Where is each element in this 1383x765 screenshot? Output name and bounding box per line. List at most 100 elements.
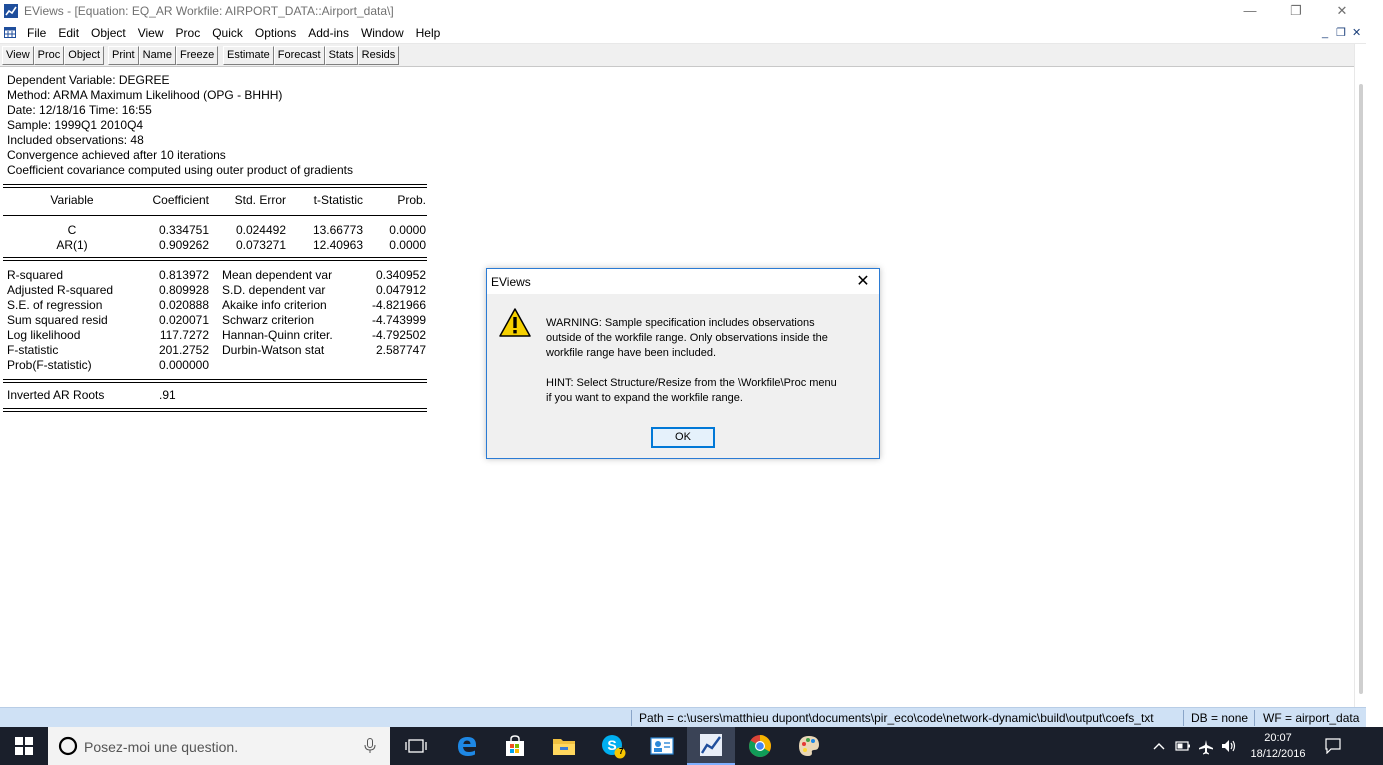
tray-chevron-up-icon[interactable] xyxy=(1153,741,1165,751)
dialog-close-button[interactable]: ✕ xyxy=(851,272,875,292)
stat-label: Mean dependent var xyxy=(222,268,333,282)
taskbar-contacts-button[interactable] xyxy=(638,727,686,765)
coef-t-statistic: 12.40963 xyxy=(312,238,363,252)
window-close-button[interactable]: ✕ xyxy=(1319,0,1365,22)
toolbar-name-button[interactable]: Name xyxy=(138,46,176,65)
dialog-titlebar: EViews ✕ xyxy=(487,269,879,294)
output-header-line: Date: 12/18/16 Time: 16:55 xyxy=(7,103,152,117)
coef-std-error: 0.073271 xyxy=(235,238,286,252)
stat-label: Log likelihood xyxy=(7,328,81,342)
table-rule xyxy=(3,411,427,412)
table-rule xyxy=(3,187,427,188)
window-restore-button[interactable]: ❐ xyxy=(1273,0,1319,22)
taskbar-store-button[interactable] xyxy=(491,727,539,765)
table-rule xyxy=(3,382,427,383)
status-divider xyxy=(631,710,632,726)
status-wf: WF = airport_data xyxy=(1263,711,1360,725)
microphone-icon[interactable] xyxy=(364,738,376,754)
menu-quick[interactable]: Quick xyxy=(206,25,249,41)
document-window-icon[interactable] xyxy=(4,27,16,38)
scrollbar-thumb[interactable] xyxy=(1359,84,1363,694)
statusbar: Path = c:\users\matthieu dupont\document… xyxy=(0,707,1366,728)
column-header-prob: Prob. xyxy=(397,193,426,207)
stat-value: 0.000000 xyxy=(158,358,209,372)
toolbar-resids-button[interactable]: Resids xyxy=(357,46,400,65)
toolbar-object-button[interactable]: Object xyxy=(64,46,105,65)
tray-volume-icon[interactable] xyxy=(1221,739,1237,753)
status-path: Path = c:\users\matthieu dupont\document… xyxy=(639,711,1154,725)
stat-label: S.E. of regression xyxy=(7,298,103,312)
coef-prob: 0.0000 xyxy=(389,223,426,237)
menu-addins[interactable]: Add-ins xyxy=(302,25,355,41)
menu-options[interactable]: Options xyxy=(249,25,302,41)
warning-message-line: WARNING: Sample specification includes o… xyxy=(546,317,815,329)
stat-value: 0.340952 xyxy=(375,268,426,282)
menu-object[interactable]: Object xyxy=(85,25,132,41)
warning-message-line: outside of the workfile range. Only obse… xyxy=(546,332,828,344)
dialog-title: EViews xyxy=(491,275,531,289)
task-view-icon xyxy=(405,739,427,753)
taskbar-paint-button[interactable] xyxy=(785,727,833,765)
column-header-std-error: Std. Error xyxy=(234,193,286,207)
file-explorer-folder-icon xyxy=(553,739,575,755)
stat-label: Adjusted R-squared xyxy=(7,283,114,297)
eviews-taskbar-icon xyxy=(700,734,722,756)
skype-notification-badge: 7 xyxy=(619,747,624,756)
toolbar-stats-button[interactable]: Stats xyxy=(324,46,358,65)
roots-label: Inverted AR Roots xyxy=(7,388,105,402)
windows-logo-icon xyxy=(15,737,33,755)
stat-value: 0.020888 xyxy=(158,298,209,312)
stat-value: 0.809928 xyxy=(158,283,209,297)
stat-label: R-squared xyxy=(7,268,64,282)
menu-proc[interactable]: Proc xyxy=(170,25,207,41)
tray-airplane-mode-icon[interactable] xyxy=(1198,739,1214,755)
mdi-minimize-button[interactable]: _ xyxy=(1322,25,1328,41)
status-divider xyxy=(1183,710,1184,726)
tray-battery-icon[interactable] xyxy=(1175,740,1191,752)
store-bag-icon xyxy=(506,735,524,756)
taskbar-skype-button[interactable]: S 7 xyxy=(589,727,637,765)
object-toolbar: View Proc Object Print Name Freeze Estim… xyxy=(0,44,1354,67)
tray-clock-date[interactable]: 18/12/2016 xyxy=(1248,748,1308,760)
toolbar-forecast-button[interactable]: Forecast xyxy=(273,46,325,65)
stat-label: Schwarz criterion xyxy=(222,313,315,327)
stat-value: 2.587747 xyxy=(375,343,426,357)
taskbar-chrome-button[interactable] xyxy=(736,727,784,765)
toolbar-estimate-button[interactable]: Estimate xyxy=(223,46,274,65)
menu-edit[interactable]: Edit xyxy=(52,25,85,41)
stat-value: -4.792502 xyxy=(371,328,426,342)
start-button[interactable] xyxy=(0,727,48,765)
stat-value: 201.2752 xyxy=(158,343,209,357)
cortana-search-box[interactable]: Posez-moi une question. xyxy=(48,727,390,765)
task-view-button[interactable] xyxy=(392,727,440,765)
toolbar-proc-button[interactable]: Proc xyxy=(33,46,65,65)
taskbar-edge-button[interactable] xyxy=(443,727,491,765)
ok-button[interactable]: OK xyxy=(651,427,715,448)
taskbar-eviews-button[interactable] xyxy=(687,727,735,765)
tray-clock-time[interactable]: 20:07 xyxy=(1248,732,1308,744)
table-rule xyxy=(3,260,427,261)
menu-file[interactable]: File xyxy=(21,25,52,41)
menu-view[interactable]: View xyxy=(132,25,170,41)
coef-prob: 0.0000 xyxy=(389,238,426,252)
toolbar-print-button[interactable]: Print xyxy=(108,46,139,65)
toolbar-view-button[interactable]: View xyxy=(2,46,34,65)
menu-help[interactable]: Help xyxy=(410,25,447,41)
menu-window[interactable]: Window xyxy=(355,25,410,41)
stat-value: 0.047912 xyxy=(375,283,426,297)
mdi-restore-button[interactable]: ❐ xyxy=(1336,25,1346,41)
column-header-variable: Variable xyxy=(50,193,94,207)
table-rule xyxy=(3,257,427,258)
window-titlebar: EViews - [Equation: EQ_AR Workfile: AIRP… xyxy=(0,0,1383,23)
taskbar-explorer-button[interactable] xyxy=(540,727,588,765)
window-minimize-button[interactable]: — xyxy=(1227,0,1273,22)
table-rule xyxy=(3,215,427,216)
action-center-icon[interactable] xyxy=(1325,738,1341,754)
toolbar-freeze-button[interactable]: Freeze xyxy=(175,46,219,65)
output-header-line: Coefficient covariance computed using ou… xyxy=(7,163,353,177)
table-rule xyxy=(3,184,427,185)
warning-message-line: workfile range have been included. xyxy=(546,347,717,359)
hint-message-line: if you want to expand the workfile range… xyxy=(546,392,743,404)
stat-value: -4.821966 xyxy=(371,298,426,312)
mdi-close-button[interactable]: ✕ xyxy=(1352,25,1361,41)
